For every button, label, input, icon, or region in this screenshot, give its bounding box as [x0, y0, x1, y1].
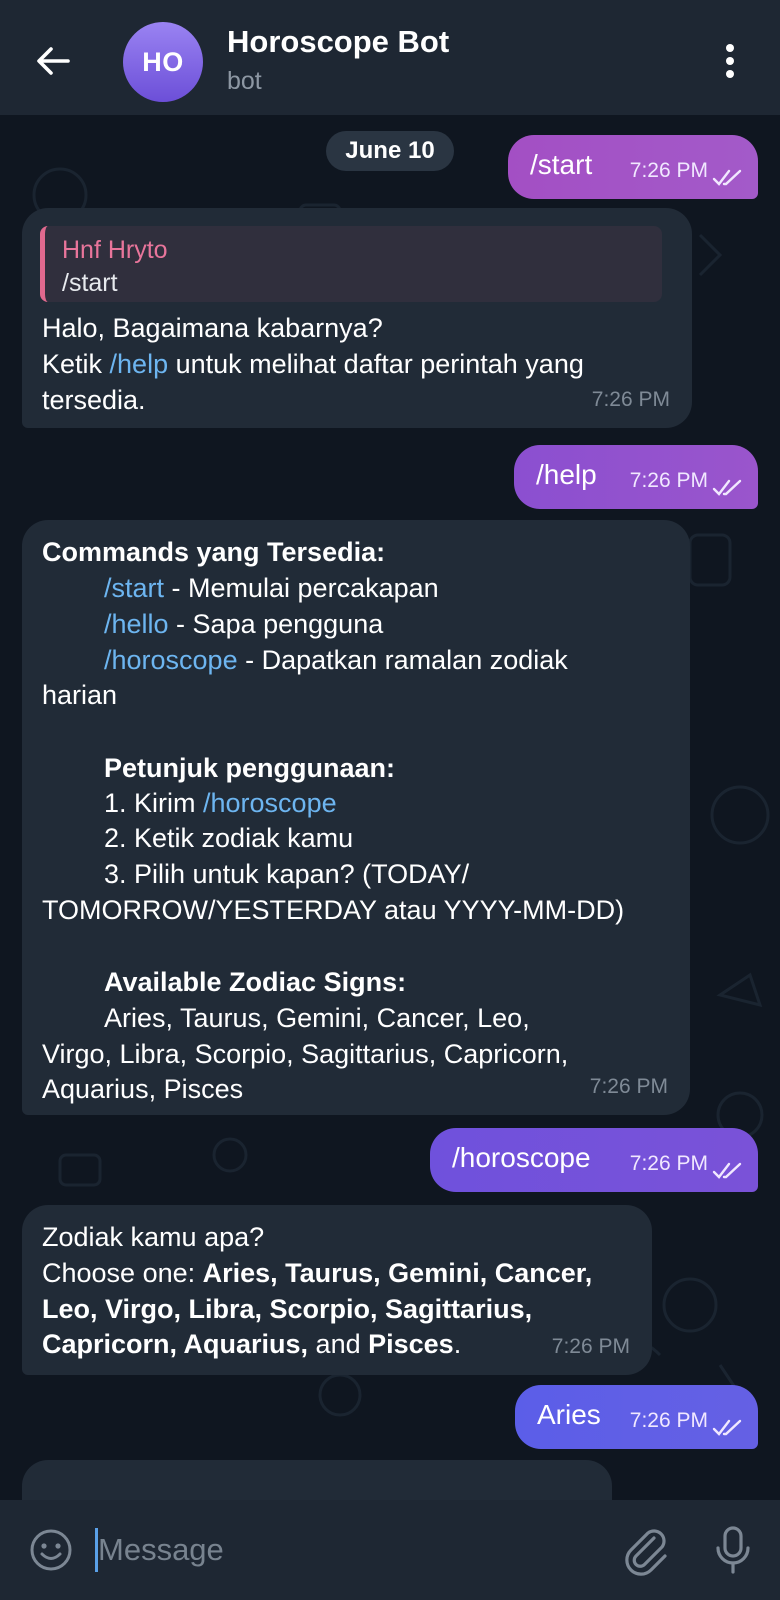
message-time: 7:26 PM — [551, 1335, 630, 1358]
message-line: 3. Pilih untuk kapan? (TODAY/ — [104, 859, 470, 889]
command-link-hello[interactable]: /hello — [104, 609, 169, 639]
message-line: /hello - Sapa pengguna — [104, 606, 383, 642]
attach-icon — [625, 1529, 667, 1576]
outgoing-message[interactable]: /horoscope 7:26 PM — [430, 1128, 758, 1192]
message-line: harian — [42, 680, 118, 710]
command-link-horoscope[interactable]: /horoscope — [104, 645, 238, 675]
reply-text: /start — [62, 269, 118, 297]
incoming-message[interactable]: Hnf Hryto /start Halo, Bagaimana kabarny… — [22, 208, 692, 428]
double-check-icon — [712, 479, 742, 496]
text-span: 1. Kirim — [104, 788, 204, 818]
more-options-button[interactable] — [710, 36, 750, 86]
bold-span: Aries, Taurus, Gemini, Cancer, — [202, 1258, 593, 1288]
outgoing-message[interactable]: /start 7:26 PM — [508, 135, 758, 199]
message-line: Leo, Virgo, Libra, Scorpio, Sagittarius, — [42, 1294, 533, 1324]
text-span: - Memulai percakapan — [164, 573, 439, 603]
message-text: Aries — [537, 1399, 601, 1430]
text-span: Choose one: — [42, 1258, 203, 1288]
back-arrow-icon — [37, 47, 70, 75]
chat-subtitle: bot — [227, 67, 262, 95]
message-line: Ketik /help untuk melihat daftar perinta… — [42, 346, 584, 382]
message-time: 7:26 PM — [629, 469, 708, 492]
message-line: tersedia. — [42, 385, 146, 415]
message-line: Capricorn, Aquarius, and Pisces. — [42, 1326, 461, 1362]
command-link-help[interactable]: /help — [110, 349, 169, 379]
message-line: 2. Ketik zodiak kamu — [104, 823, 354, 853]
message-line: Virgo, Libra, Scorpio, Sagittarius, Capr… — [42, 1039, 569, 1069]
double-check-icon — [712, 1162, 742, 1179]
more-vertical-icon — [726, 44, 734, 78]
bold-span: Pisces — [368, 1329, 454, 1359]
voice-record-button[interactable] — [710, 1524, 756, 1576]
incoming-message[interactable]: Zodiak kamu apa? Choose one: Aries, Taur… — [22, 1205, 652, 1375]
message-line: Aquarius, Pisces — [42, 1074, 244, 1104]
message-line: 1. Kirim /horoscope — [104, 785, 337, 821]
message-time: 7:26 PM — [589, 1075, 668, 1098]
text-span: and — [308, 1329, 369, 1359]
reply-quote[interactable]: Hnf Hryto /start — [40, 226, 662, 302]
text-span: . — [453, 1329, 462, 1359]
bold-span: Capricorn, Aquarius, — [42, 1329, 309, 1359]
emoji-icon — [30, 1529, 72, 1571]
message-line: Aries, Taurus, Gemini, Cancer, Leo, — [104, 1003, 530, 1033]
date-separator: June 10 — [326, 131, 454, 171]
message-composer — [0, 1500, 780, 1600]
double-check-icon — [712, 1419, 742, 1436]
avatar[interactable]: HO — [123, 22, 203, 102]
message-time: 7:26 PM — [591, 388, 670, 411]
chat-area[interactable]: June 10 /start 7:26 PM Hnf Hryto /start … — [0, 115, 780, 1500]
message-line: Halo, Bagaimana kabarnya? — [42, 313, 383, 343]
message-heading: Commands yang Tersedia: — [42, 537, 386, 567]
message-heading: Petunjuk penggunaan: — [104, 753, 396, 783]
chat-title[interactable]: Horoscope Bot — [227, 24, 449, 60]
message-line: TOMORROW/YESTERDAY atau YYYY-MM-DD) — [42, 895, 625, 925]
attach-button[interactable] — [620, 1524, 672, 1576]
text-span: - Sapa pengguna — [168, 609, 384, 639]
command-link-start[interactable]: /start — [104, 573, 164, 603]
chat-header: HO Horoscope Bot bot — [0, 0, 780, 115]
message-line: /horoscope - Dapatkan ramalan zodiak — [104, 642, 568, 678]
mic-icon — [716, 1526, 750, 1574]
back-button[interactable] — [28, 36, 78, 86]
text-span: Ketik — [42, 349, 110, 379]
message-time: 7:26 PM — [629, 1152, 708, 1175]
incoming-message[interactable]: Commands yang Tersedia: /start - Memulai… — [22, 520, 690, 1115]
message-text: /horoscope — [452, 1142, 591, 1173]
emoji-button[interactable] — [28, 1527, 74, 1573]
command-link-horoscope[interactable]: /horoscope — [203, 788, 337, 818]
message-heading: Available Zodiac Signs: — [104, 967, 407, 997]
message-line: Choose one: Aries, Taurus, Gemini, Cance… — [42, 1255, 592, 1291]
incoming-message-partial[interactable] — [22, 1460, 612, 1500]
message-line: /start - Memulai percakapan — [104, 570, 439, 606]
outgoing-message[interactable]: Aries 7:26 PM — [515, 1385, 758, 1449]
message-input[interactable] — [98, 1522, 578, 1578]
message-text: /start — [530, 149, 593, 180]
message-line: Zodiak kamu apa? — [42, 1222, 265, 1252]
double-check-icon — [712, 169, 742, 186]
message-text: /help — [536, 459, 597, 490]
text-span: untuk melihat daftar perintah yang — [168, 349, 584, 379]
message-time: 7:26 PM — [629, 159, 708, 182]
text-span: - Dapatkan ramalan zodiak — [237, 645, 568, 675]
outgoing-message[interactable]: /help 7:26 PM — [514, 445, 758, 509]
message-time: 7:26 PM — [629, 1409, 708, 1432]
reply-sender: Hnf Hryto — [62, 236, 168, 264]
